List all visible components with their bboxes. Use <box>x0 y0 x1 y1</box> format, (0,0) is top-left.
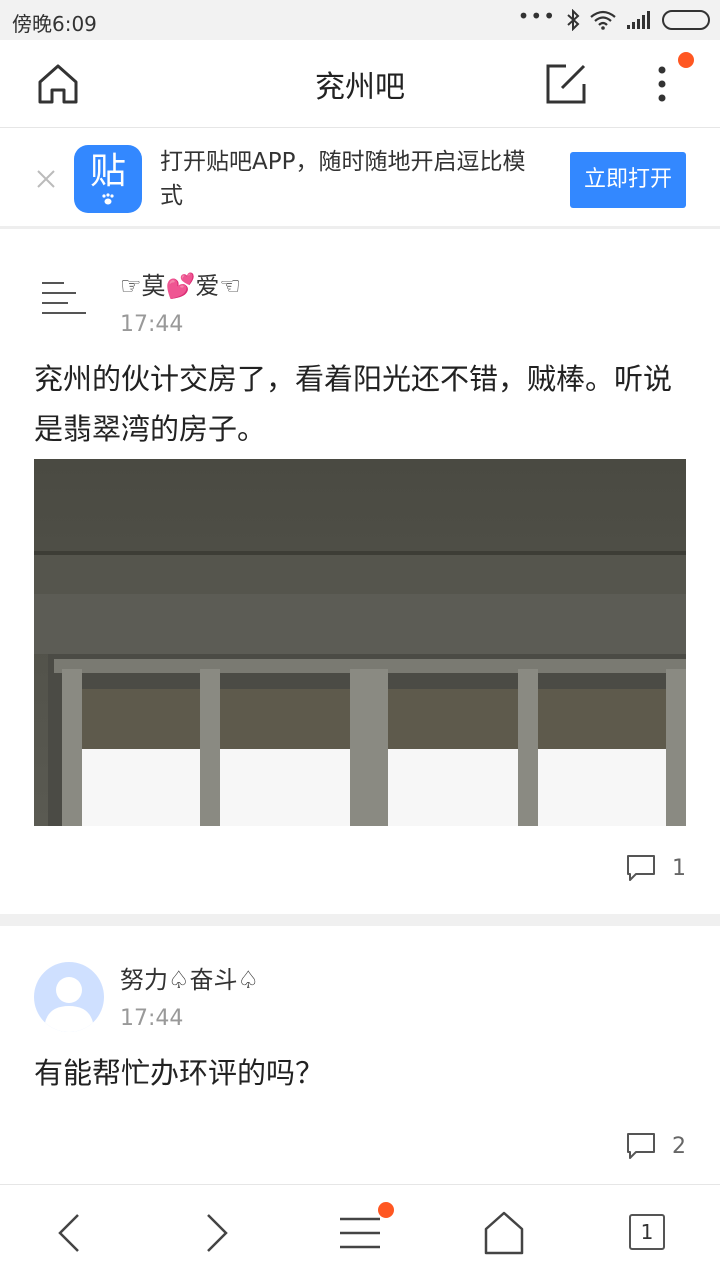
post-time: 17:44 <box>120 1006 184 1031</box>
comment-icon <box>627 1133 655 1159</box>
title-bar: 兖州吧 <box>0 40 720 128</box>
tieba-app-icon: 贴 <box>74 145 142 213</box>
more-notifications-icon: ••• <box>517 4 556 28</box>
default-avatar-icon <box>44 977 94 1032</box>
edit-post-icon[interactable] <box>544 62 588 106</box>
banner-text: 打开贴吧APP，随时随地开启逗比模式 <box>160 149 526 209</box>
status-time: 傍晚6:09 <box>12 12 97 36</box>
open-app-button[interactable]: 立即打开 <box>570 152 686 208</box>
app-icon-glyph: 贴 <box>89 151 126 192</box>
post-image[interactable] <box>34 459 686 826</box>
wifi-icon <box>590 10 616 30</box>
notification-dot <box>678 52 694 68</box>
username[interactable]: ☞莫💕爱☜ <box>120 266 241 301</box>
avatar[interactable] <box>36 268 106 338</box>
post-card[interactable]: ☞莫💕爱☜ 17:44 兖州的伙计交房了，看着阳光还不错，贼棒。听说是翡翠湾的房… <box>0 232 720 914</box>
post-card[interactable]: 努力♤奋斗♤ 17:44 有能帮忙办环评的吗？ 2 <box>0 926 720 1184</box>
battery-icon <box>662 10 710 30</box>
more-options-icon[interactable] <box>650 62 674 106</box>
post-text[interactable]: 兖州的伙计交房了，看着阳光还不错，贼棒。听说是翡翠湾的房子。 <box>34 354 694 454</box>
bluetooth-icon <box>567 9 580 31</box>
home-icon[interactable] <box>480 1209 528 1257</box>
username[interactable]: 努力♤奋斗♤ <box>120 960 259 995</box>
comment-count-value: 2 <box>672 1133 686 1159</box>
tabs-button[interactable]: 1 <box>629 1214 665 1250</box>
back-icon[interactable] <box>46 1209 94 1257</box>
menu-icon[interactable] <box>336 1209 384 1257</box>
comment-icon <box>627 855 655 881</box>
status-icons: ••• <box>518 6 710 34</box>
paw-icon <box>102 193 114 205</box>
signal-icon <box>627 11 650 29</box>
comment-count-value: 1 <box>672 855 686 881</box>
app-download-banner: 贴 打开贴吧APP，随时随地开启逗比模式 立即打开 <box>0 129 720 229</box>
avatar[interactable] <box>34 962 104 1032</box>
comment-count[interactable]: 1 <box>626 854 686 882</box>
post-text[interactable]: 有能帮忙办环评的吗？ <box>34 1048 694 1098</box>
bottom-nav <box>0 1184 720 1280</box>
close-icon[interactable] <box>34 167 58 191</box>
page-title: 兖州吧 <box>315 70 405 105</box>
comment-count[interactable]: 2 <box>626 1132 686 1160</box>
divider <box>0 914 720 926</box>
post-time: 17:44 <box>120 312 184 337</box>
notification-dot <box>378 1202 394 1218</box>
forward-icon[interactable] <box>192 1209 240 1257</box>
status-bar: 傍晚6:09 ••• <box>0 0 720 40</box>
